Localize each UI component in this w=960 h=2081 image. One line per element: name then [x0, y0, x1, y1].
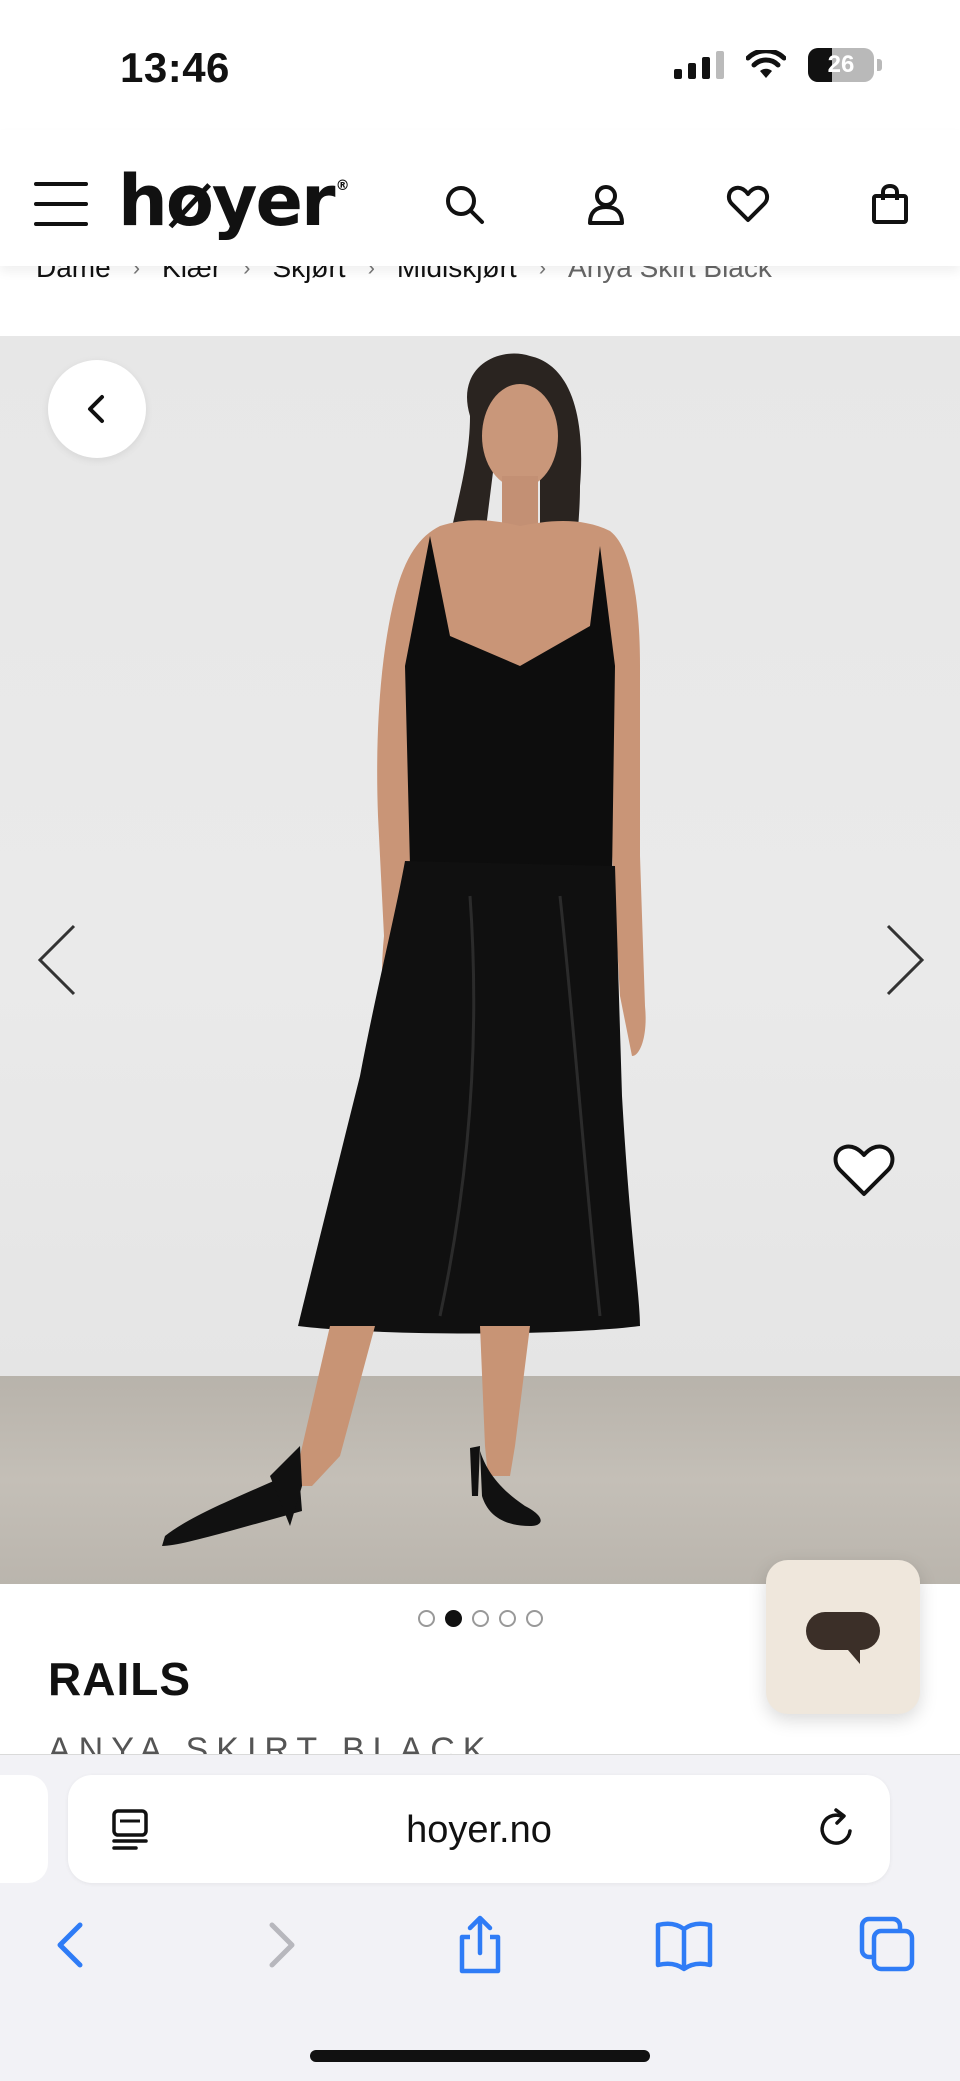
address-bar-url: hoyer.no [406, 1809, 552, 1851]
menu-icon[interactable] [34, 182, 88, 226]
pagination-dot[interactable] [471, 1610, 489, 1627]
battery-icon: 26 [808, 48, 874, 82]
chat-button[interactable] [766, 1560, 920, 1714]
browser-toolbar: hoyer.no [0, 1754, 960, 2081]
wifi-icon [746, 50, 786, 78]
pagination-dot[interactable] [417, 1610, 435, 1627]
chevron-right-icon[interactable] [880, 920, 930, 1000]
product-brand[interactable]: RAILS [48, 1652, 191, 1706]
home-indicator[interactable] [310, 2050, 650, 2062]
status-bar: 13:46 26 [0, 0, 960, 130]
bookmarks-icon[interactable] [654, 1915, 714, 1975]
shopping-bag-icon[interactable] [868, 182, 912, 226]
heart-icon[interactable] [832, 1140, 896, 1198]
status-icons: 26 [674, 48, 882, 82]
browser-back-icon[interactable] [42, 1915, 102, 1975]
product-image [162, 353, 646, 1546]
browser-forward-icon[interactable] [250, 1915, 310, 1975]
cellular-signal-icon [674, 51, 724, 79]
battery-level: 26 [827, 51, 855, 78]
share-icon[interactable] [450, 1915, 510, 1975]
address-bar[interactable]: hoyer.no [68, 1775, 890, 1883]
chat-bubble-icon [806, 1612, 880, 1664]
pagination-dot-active[interactable] [444, 1610, 462, 1627]
tabs-icon[interactable] [858, 1915, 918, 1975]
logo[interactable]: høyer ® [118, 160, 350, 242]
site-header: høyer ® [0, 130, 960, 266]
back-icon [88, 395, 104, 423]
product-name: ANYA SKIRT BLACK [48, 1731, 494, 1754]
logo-text: høyer [118, 160, 336, 242]
account-icon[interactable] [584, 182, 628, 226]
logo-registered-mark: ® [335, 178, 350, 194]
search-icon[interactable] [442, 182, 486, 226]
status-time: 13:46 [120, 44, 230, 91]
pagination-dot[interactable] [525, 1610, 543, 1627]
gallery-back-button[interactable] [48, 360, 146, 458]
reload-icon[interactable] [814, 1807, 858, 1851]
wishlist-icon[interactable] [726, 182, 770, 226]
previous-tab-preview[interactable] [0, 1775, 48, 1883]
chevron-left-icon[interactable] [32, 920, 82, 1000]
pagination-dot[interactable] [498, 1610, 516, 1627]
product-gallery[interactable] [0, 336, 960, 1584]
